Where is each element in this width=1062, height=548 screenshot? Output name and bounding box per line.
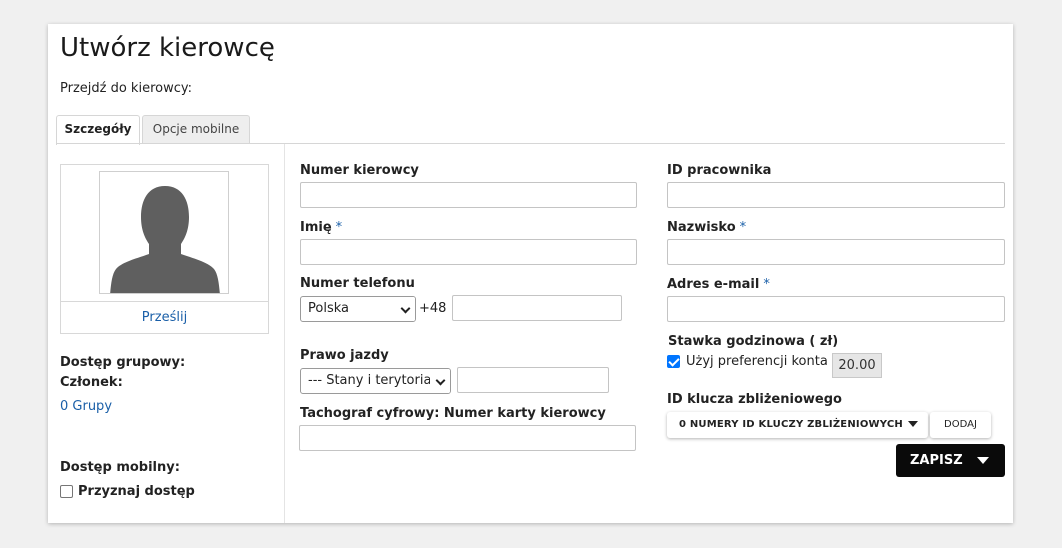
tachograph-card-label: Tachograf cyfrowy: Numer karty kierowcy	[300, 406, 606, 421]
person-silhouette-icon	[110, 186, 220, 293]
tab-details[interactable]: Szczegóły	[56, 115, 140, 145]
driver-number-field[interactable]	[300, 182, 637, 208]
required-marker: *	[739, 220, 747, 235]
use-account-pref-checkbox[interactable]	[667, 355, 680, 368]
add-button[interactable]: DODAJ	[930, 412, 991, 438]
license-number-field[interactable]	[457, 367, 609, 393]
phone-label: Numer telefonu	[300, 276, 415, 291]
email-label: Adres e-mail *	[667, 277, 770, 292]
phone-country-select[interactable]: Polska	[300, 296, 416, 322]
proximity-key-label: ID klucza zbliżeniowego	[667, 392, 842, 407]
group-access-label: Dostęp grupowy:	[60, 355, 186, 370]
hourly-rate-field: 20.00	[832, 353, 882, 378]
required-marker: *	[335, 220, 343, 235]
employee-id-field[interactable]	[667, 182, 1005, 208]
create-driver-card: Utwórz kierowcę Przejdź do kierowcy: Szc…	[48, 24, 1013, 523]
column-divider	[284, 144, 285, 523]
member-label: Członek:	[60, 375, 123, 390]
phone-prefix: +48	[419, 301, 447, 316]
grant-access-label: Przyznaj dostęp	[78, 484, 195, 499]
grant-access-row[interactable]: Przyznaj dostęp	[60, 484, 195, 499]
first-name-field[interactable]	[300, 239, 637, 265]
proximity-keys-button-label: 0 NUMERY ID KLUCZY ZBLIŻENIOWYCH	[679, 419, 903, 430]
tabs-divider	[56, 143, 1005, 144]
last-name-label: Nazwisko *	[667, 220, 746, 235]
hourly-rate-label: Stawka godzinowa ( zł)	[668, 334, 839, 349]
last-name-field[interactable]	[667, 239, 1005, 265]
phone-country-value: Polska	[308, 301, 349, 316]
grant-access-checkbox[interactable]	[60, 485, 73, 498]
use-account-pref-row[interactable]: Użyj preferencji konta	[667, 354, 828, 369]
license-label: Prawo jazdy	[300, 348, 389, 363]
mobile-access-label: Dostęp mobilny:	[60, 460, 180, 475]
page-title: Utwórz kierowcę	[60, 33, 275, 63]
license-state-value: --- Stany i terytoria U	[308, 373, 446, 388]
caret-down-icon	[976, 457, 989, 464]
save-button-label: ZAPISZ	[910, 453, 963, 468]
use-account-pref-label: Użyj preferencji konta	[686, 354, 828, 369]
driver-number-label: Numer kierowcy	[300, 163, 419, 178]
phone-number-field[interactable]	[452, 295, 622, 321]
last-name-label-text: Nazwisko	[667, 220, 736, 235]
avatar	[99, 171, 229, 294]
save-button[interactable]: ZAPISZ	[896, 444, 1005, 477]
upload-photo-link[interactable]: Prześlij	[61, 310, 268, 325]
tab-mobile-options[interactable]: Opcje mobilne	[142, 115, 250, 144]
tachograph-card-field[interactable]	[299, 425, 636, 451]
goto-driver-label: Przejdź do kierowcy:	[60, 81, 192, 96]
groups-link[interactable]: 0 Grupy	[60, 399, 112, 414]
photo-separator	[61, 301, 268, 302]
employee-id-label: ID pracownika	[667, 163, 772, 178]
proximity-keys-dropdown-button[interactable]: 0 NUMERY ID KLUCZY ZBLIŻENIOWYCH	[667, 412, 928, 438]
first-name-label: Imię *	[300, 220, 342, 235]
first-name-label-text: Imię	[300, 220, 332, 235]
photo-panel: Prześlij	[60, 164, 269, 334]
required-marker: *	[763, 277, 770, 292]
caret-down-icon	[907, 421, 918, 427]
email-label-text: Adres e-mail	[667, 277, 760, 292]
email-field[interactable]	[667, 296, 1005, 322]
license-state-select[interactable]: --- Stany i terytoria U	[300, 368, 451, 394]
